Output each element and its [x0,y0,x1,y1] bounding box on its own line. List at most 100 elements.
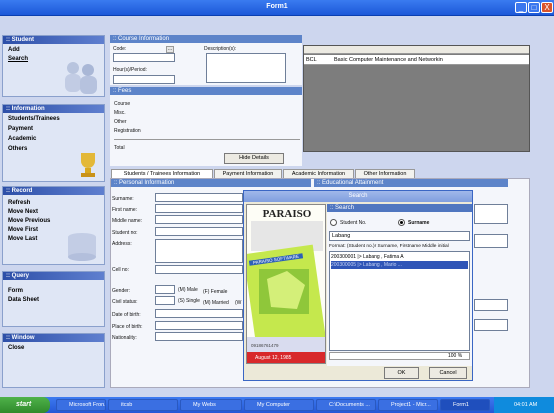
search-result-item[interactable]: 200300001 |> Labang , Fatima A [331,253,468,261]
task-my-computer[interactable]: My Computer [244,399,314,411]
search-header: :: Search [327,204,472,212]
close-button[interactable]: X [541,2,553,13]
fee-registration-label: Registration [114,128,141,134]
firstname-label: First name: [112,207,138,213]
education-field-1[interactable] [474,204,508,224]
pob-label: Place of birth: [112,324,143,330]
fees-header: :: Fees [110,87,302,95]
personal-header: :: Personal Information [111,179,311,187]
search-input[interactable]: Labang [329,231,470,241]
middlename-label: Middle name: [112,218,143,224]
sidebar-item-move-next[interactable]: Move Next [8,209,38,215]
student-no-option[interactable]: Student No. [340,220,366,226]
database-icon [68,233,96,261]
sidebar-information-header: :: Information [3,105,104,113]
fees-panel: :: Fees Course Misc. Other Registration … [110,87,302,166]
task-form1[interactable]: Form1 [440,399,490,411]
surname-field[interactable] [155,193,243,202]
code-label: Code: [113,46,127,52]
tab-other[interactable]: Other Information [355,169,415,178]
grid-header [304,46,529,54]
pob-field[interactable] [155,321,243,330]
system-tray: 04:01 AM [494,397,554,413]
search-dialog: Search PARAISO PARAISO SOFTWARE 09186761… [243,190,473,381]
surname-option[interactable]: Surname [408,220,429,226]
grid-cell-description: Basic Computer Maintenance and Networkin [334,57,443,63]
start-button[interactable]: start [0,397,50,413]
middlename-field[interactable] [155,215,243,224]
search-panel: :: Search Student No. Surname Labang For… [327,204,472,366]
nationality-field[interactable] [155,332,243,341]
paraiso-splash: PARAISO PARAISO SOFTWARE 09186761479 Aug… [246,204,326,364]
title-bar: Form1 _ □ X [0,0,554,16]
taskbar: start Microsoft Fron... itcsb My Webs My… [0,397,554,413]
civil-label: Civil status: [112,299,138,305]
splash-phone: 09186761479 [251,343,279,348]
dob-field[interactable] [155,309,243,318]
fee-misc-label: Misc. [114,110,126,116]
education-field-3[interactable] [474,299,508,311]
hide-details-button[interactable]: Hide Details [224,153,284,164]
sidebar-item-academic[interactable]: Academic [8,136,36,142]
grid-cell-code: BCL [306,57,317,63]
task-itcsb[interactable]: itcsb [108,399,178,411]
tab-payment[interactable]: Payment Information [214,169,282,178]
cellno-field[interactable] [155,265,243,274]
minimize-button[interactable]: _ [515,2,527,13]
maximize-button[interactable]: □ [528,2,540,13]
code-field[interactable] [113,53,175,62]
tab-academic[interactable]: Academic Information [283,169,354,178]
task-my-webs[interactable]: My Webs [180,399,242,411]
civil-widowed-hint: (W [235,300,242,306]
sidebar-item-form[interactable]: Form [8,288,23,294]
sidebar-student: :: Student Add Search [2,35,105,97]
tab-students[interactable]: Students / Trainees Information [111,169,213,178]
people-icon [65,62,97,94]
sidebar-item-move-last[interactable]: Move Last [8,236,37,242]
search-results-list[interactable]: 200300001 |> Labang , Fatima A 200300005… [329,251,470,351]
surname-radio[interactable] [398,219,405,226]
sidebar-item-close[interactable]: Close [8,345,24,351]
studentno-field[interactable] [155,227,243,236]
address-field[interactable] [155,239,243,263]
cancel-button[interactable]: Cancel [429,367,467,379]
sidebar-item-refresh[interactable]: Refresh [8,200,30,206]
civil-single-hint: (S) Single [178,298,200,304]
task-documents[interactable]: C:\Documents ... [316,399,376,411]
hours-field[interactable] [113,75,175,84]
education-field-4[interactable] [474,319,508,331]
task-frontpage[interactable]: Microsoft Fron... [56,399,106,411]
ok-button[interactable]: OK [384,367,419,379]
description-label: Description(s): [204,46,237,52]
course-header: :: Course Information [110,35,302,43]
sidebar-item-move-first[interactable]: Move First [8,227,38,233]
sidebar-item-payment[interactable]: Payment [8,126,33,132]
firstname-field[interactable] [155,204,243,213]
education-field-2[interactable] [474,234,508,248]
gender-field[interactable] [155,285,175,294]
sidebar-item-students[interactable]: Students/Trainees [8,116,60,122]
sidebar-item-search[interactable]: Search [8,56,28,62]
task-project1[interactable]: Project1 - Micr... [378,399,438,411]
grid-row[interactable]: BCL Basic Computer Maintenance and Netwo… [304,55,529,65]
sidebar-student-header: :: Student [3,36,104,44]
course-grid[interactable]: BCL Basic Computer Maintenance and Netwo… [303,45,530,152]
studentno-label: Student no: [112,230,138,236]
search-result-item-selected[interactable]: 200300005 |> Labang , Mario ... [331,261,468,269]
sidebar-query: :: Query Form Data Sheet [2,271,105,327]
sidebar-item-data-sheet[interactable]: Data Sheet [8,297,39,303]
student-no-radio[interactable] [330,219,337,226]
dob-label: Date of birth: [112,312,141,318]
search-status-bar: 100 % [329,352,470,360]
clock: 04:01 AM [514,402,538,408]
splash-date: August 12, 1985 [247,352,325,363]
sidebar-item-move-previous[interactable]: Move Previous [8,218,50,224]
sidebar-item-add[interactable]: Add [8,47,20,53]
surname-label: Surname: [112,196,134,202]
education-header: :: Educational Attainment [314,179,508,187]
sidebar-item-others[interactable]: Others [8,146,27,152]
fee-total-label: Total [114,145,125,151]
description-field[interactable] [206,53,286,83]
code-lookup-button[interactable]: … [166,46,174,53]
civil-field[interactable] [155,296,175,305]
